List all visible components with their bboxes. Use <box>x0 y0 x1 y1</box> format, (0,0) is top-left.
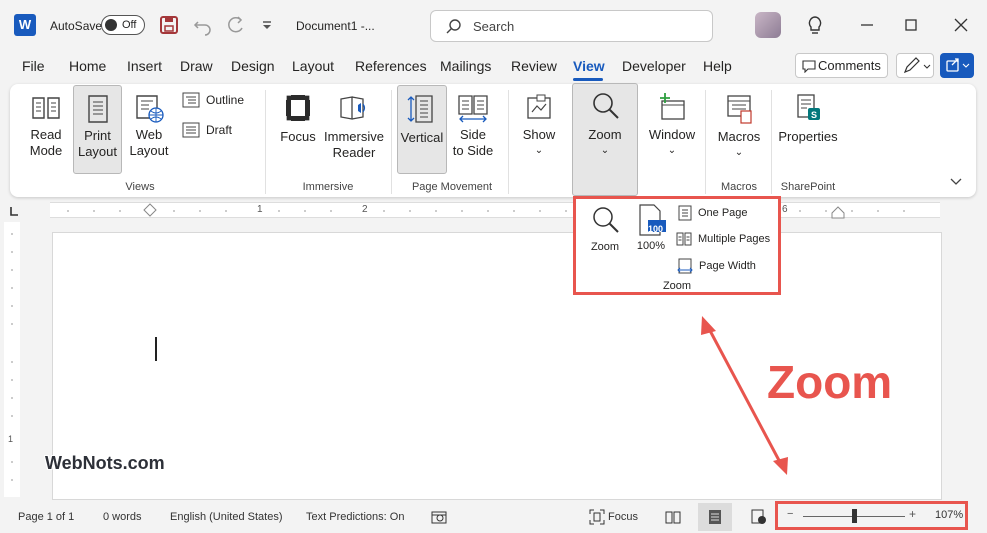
focus-mode-icon[interactable] <box>589 509 605 525</box>
word-count[interactable]: 0 words <box>103 511 142 523</box>
print-layout-view-icon <box>709 510 721 524</box>
text-predictions-status[interactable]: Text Predictions: On <box>306 511 404 523</box>
language-status[interactable]: English (United States) <box>170 511 283 523</box>
zoom-slider-control: − + 107% <box>775 501 968 530</box>
zoom-in-button[interactable]: + <box>909 507 916 521</box>
zoom-out-button[interactable]: − <box>787 508 793 520</box>
page-count[interactable]: Page 1 of 1 <box>18 511 74 523</box>
zoom-slider-thumb[interactable] <box>852 509 857 523</box>
zoom-callout-text: Zoom <box>767 356 893 408</box>
print-layout-view-button[interactable] <box>698 503 732 531</box>
read-mode-view-icon[interactable] <box>665 509 681 525</box>
accessibility-icon[interactable] <box>431 509 447 525</box>
focus-status-label[interactable]: Focus <box>608 511 638 523</box>
webnots-watermark: WebNots.com <box>45 453 165 473</box>
zoom-percentage[interactable]: 107% <box>935 509 963 521</box>
web-layout-view-icon[interactable] <box>751 509 767 525</box>
